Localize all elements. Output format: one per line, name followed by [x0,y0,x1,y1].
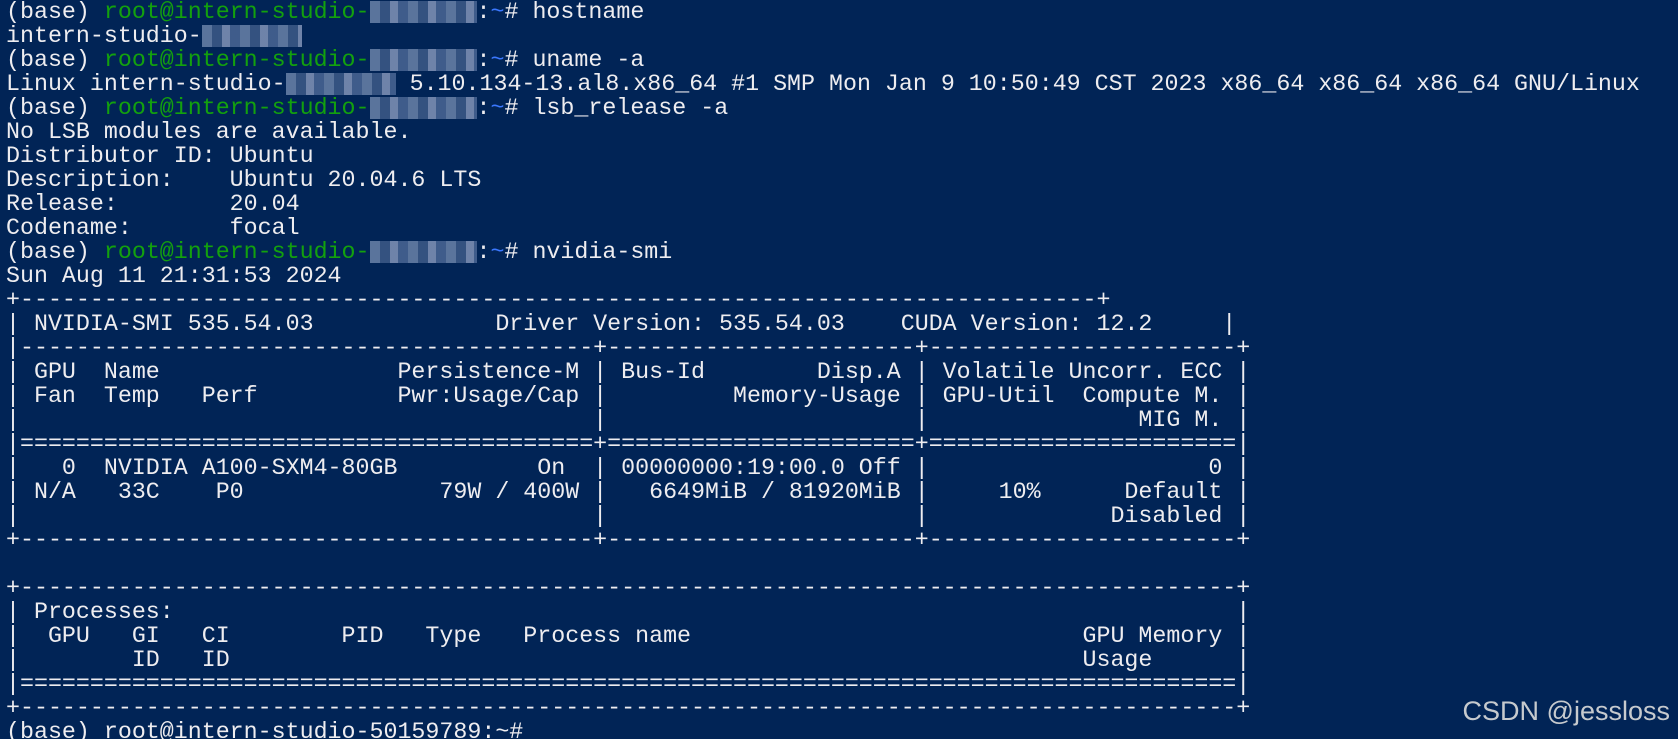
command-uname: uname -a [532,47,645,73]
output-hostname: intern-studio- [6,24,1678,48]
hostname-text: intern-studio- [6,23,202,49]
prompt-symbol: # [504,47,533,73]
output-lsb-line: No LSB modules are available. [6,119,412,145]
prompt-symbol: # [504,95,533,121]
nvidia-table-line: | | | MIG M. | [6,407,1251,433]
output-lsb-line: Distributor ID: Ubuntu [6,143,314,169]
nvidia-table-line: | GPU Name Persistence-M | Bus-Id Disp.A… [6,359,1251,385]
prompt-line-lsb: (base) root@intern-studio-:~# lsb_releas… [6,96,1678,120]
prompt-line-uname: (base) root@intern-studio-:~# uname -a [6,48,1678,72]
uname-suffix-text: 5.10.134-13.al8.x86_64 #1 SMP Mon Jan 9 … [395,71,1640,97]
output-lsb-line: Codename: focal [6,215,300,241]
nvidia-table-line: | 0 NVIDIA A100-SXM4-80GB On | 00000000:… [6,455,1251,481]
nvidia-table-line: |=======================================… [6,431,1251,457]
redacted-hostname [201,25,302,47]
command-nvidia: nvidia-smi [532,239,673,265]
redacted-hostname [369,241,477,263]
command-lsb: lsb_release -a [532,95,729,121]
user-host: root@intern-studio- [103,47,370,73]
nvidia-table-line: +---------------------------------------… [6,695,1251,721]
user-host: root@intern-studio- [103,239,370,265]
user-host: root@intern-studio- [103,0,370,25]
output-lsb-line: Release: 20.04 [6,191,300,217]
path-separator: : [476,47,491,73]
csdn-watermark: CSDN @jessloss [1462,696,1670,726]
uname-prefix-text: Linux intern-studio- [6,71,286,97]
cwd-path: ~ [490,47,505,73]
output-uname: Linux intern-studio- 5.10.134-13.al8.x86… [6,72,1678,96]
conda-env: (base) [6,47,104,73]
terminal-window[interactable]: (base) root@intern-studio-:~# hostname i… [0,0,1678,739]
nvidia-table-line: |---------------------------------------… [6,335,1251,361]
conda-env: (base) [6,95,104,121]
output-nvidia-date: Sun Aug 11 21:31:53 2024 [6,263,342,289]
nvidia-table-line: |=======================================… [6,671,1251,697]
nvidia-table-line: | | | Disabled | [6,503,1251,529]
nvidia-table-line [6,552,1678,576]
nvidia-table-line: | Processes: | [6,599,1251,625]
nvidia-table-line: | N/A 33C P0 79W / 400W | 6649MiB / 8192… [6,479,1251,505]
nvidia-table-line: | ID ID Usage | [6,647,1251,673]
partial-prompt-line: (base) root@intern-studio-50159789:~# [6,719,538,739]
cwd-path: ~ [490,0,505,25]
conda-env: (base) [6,0,104,25]
path-separator: : [476,95,491,121]
cwd-path: ~ [490,95,505,121]
nvidia-table-line: | GPU GI CI PID Type Process name GPU Me… [6,623,1251,649]
nvidia-table-line: +---------------------------------------… [6,527,1251,553]
redacted-hostname [369,1,477,23]
path-separator: : [476,239,491,265]
conda-env: (base) [6,239,104,265]
nvidia-table-line: | Fan Temp Perf Pwr:Usage/Cap | Memory-U… [6,383,1251,409]
nvidia-table-line: +---------------------------------------… [6,575,1251,601]
output-lsb-line: Description: Ubuntu 20.04.6 LTS [6,167,482,193]
command-hostname: hostname [532,0,645,25]
prompt-line-nvidia: (base) root@intern-studio-:~# nvidia-smi [6,240,1678,264]
cwd-path: ~ [490,239,505,265]
redacted-hostname [369,97,477,119]
path-separator: : [476,0,491,25]
prompt-symbol: # [504,239,533,265]
prompt-symbol: # [504,0,533,25]
user-host: root@intern-studio- [103,95,370,121]
redacted-hostname [369,49,477,71]
redacted-hostname [285,73,396,95]
nvidia-table-line: +---------------------------------------… [6,287,1111,313]
nvidia-table-line: | NVIDIA-SMI 535.54.03 Driver Version: 5… [6,311,1237,337]
prompt-line-hostname: (base) root@intern-studio-:~# hostname [6,0,1678,24]
